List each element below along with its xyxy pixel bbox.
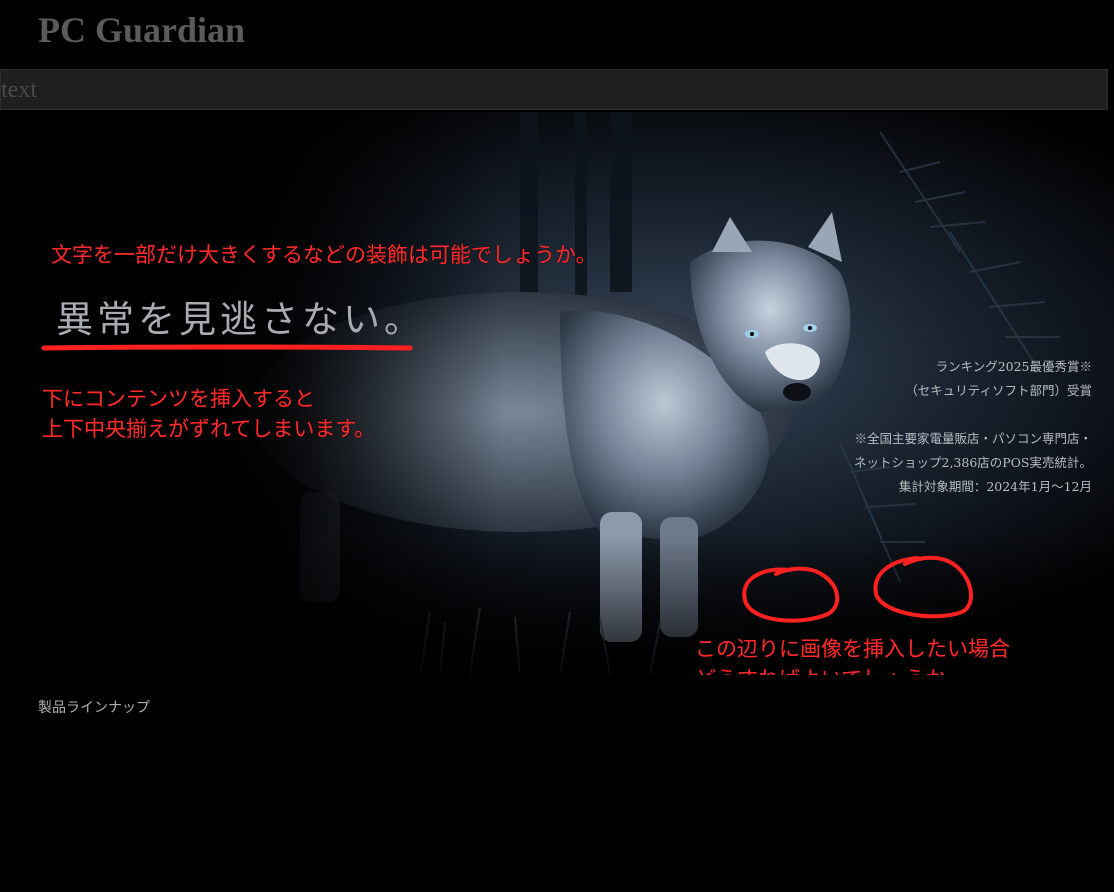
annotation-note-2: 下にコンテンツを挿入すると 上下中央揃えがずれてしまいます。	[42, 384, 375, 444]
award-spacer	[854, 403, 1092, 427]
annotation-note-3-line-1: この辺りに画像を挿入したい場合	[695, 637, 1010, 661]
site-title[interactable]: PC Guardian	[38, 8, 245, 52]
annotation-note-1: 文字を一部だけ大きくするなどの装飾は可能でしょうか。	[51, 243, 597, 267]
annotation-note-2-line-2: 上下中央揃えがずれてしまいます。	[42, 417, 376, 441]
hero-section: 異常を見逃さない。 ランキング2025最優秀賞※ （セキュリティソフト部門）受賞…	[0, 112, 1114, 675]
page: PC Guardian text 異常を見逃さない。 ランキング2025最優秀賞…	[0, 0, 1114, 892]
annotation-note-3: この辺りに画像を挿入したい場合 どうすればよいでしょうか。	[695, 634, 1010, 675]
text-input-bar[interactable]: text	[0, 69, 1108, 110]
award-note-line: ※全国主要家電量販店・パソコン専門店・	[854, 431, 1092, 446]
section-heading-product-lineup: 製品ラインナップ	[38, 700, 150, 716]
award-line: ランキング2025最優秀賞※	[935, 359, 1092, 374]
award-line: （セキュリティソフト部門）受賞	[905, 383, 1092, 398]
award-note-line: 集計対象期間：2024年1月〜12月	[898, 479, 1092, 494]
annotation-note-3-line-2: どうすればよいでしょうか。	[695, 664, 1010, 675]
award-note-line: ネットショップ2,386店のPOS実売統計。	[853, 455, 1092, 470]
award-text: ランキング2025最優秀賞※ （セキュリティソフト部門）受賞 ※全国主要家電量販…	[854, 355, 1092, 499]
annotation-note-2-line-1: 下にコンテンツを挿入すると	[42, 387, 315, 411]
hero-headline: 異常を見逃さない。	[56, 298, 425, 341]
